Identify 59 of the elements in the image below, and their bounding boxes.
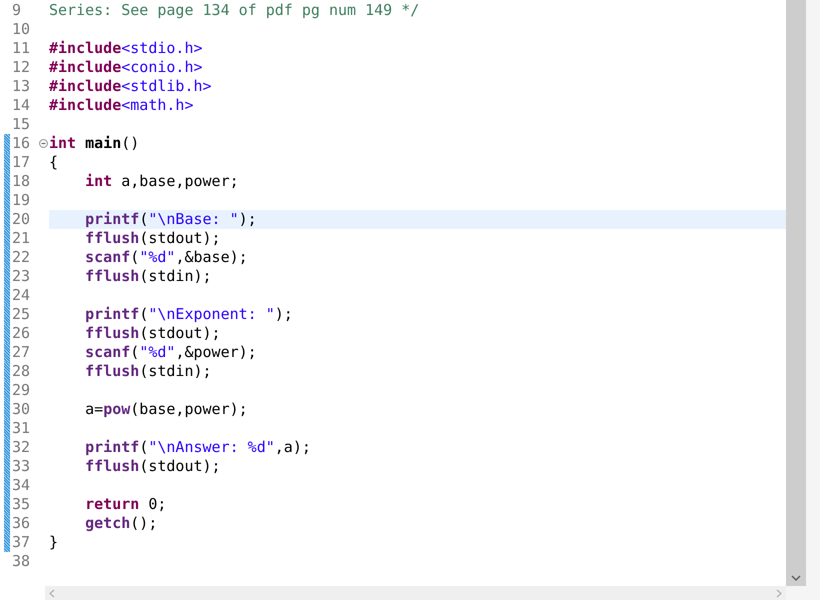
line-number: 10	[12, 20, 30, 39]
code-line: scanf("%d",&power);	[84, 343, 257, 362]
line-number: 38	[12, 552, 30, 571]
line-number: 21	[12, 229, 30, 248]
scroll-down-icon[interactable]	[791, 575, 801, 582]
line-number: 12	[12, 58, 30, 77]
line-number: 28	[12, 362, 30, 381]
code-line: fflush(stdout);	[84, 457, 221, 476]
line-number: 14	[12, 96, 30, 115]
line-number: 16	[12, 134, 30, 153]
line-number: 27	[12, 343, 30, 362]
line-number: 31	[12, 419, 30, 438]
line-number: 36	[12, 514, 30, 533]
line-number: 11	[12, 39, 30, 58]
code-line: fflush(stdout);	[84, 229, 221, 248]
line-number: 25	[12, 305, 30, 324]
scroll-left-icon[interactable]	[49, 588, 55, 598]
line-number: 9	[12, 1, 22, 20]
code-line: Series: See page 134 of pdf pg num 149 */	[49, 1, 420, 20]
code-line: scanf("%d",&base);	[84, 248, 248, 267]
line-number: 24	[12, 286, 30, 305]
code-line: #include<stdlib.h>	[49, 77, 212, 96]
line-number: 18	[12, 172, 30, 191]
code-line: a=pow(base,power);	[84, 400, 248, 419]
code-line: fflush(stdout);	[84, 324, 221, 343]
line-number: 29	[12, 381, 30, 400]
line-number: 35	[12, 495, 30, 514]
line-number: 17	[12, 153, 30, 172]
scroll-right-icon[interactable]	[776, 588, 782, 598]
code-line: fflush(stdin);	[84, 267, 212, 286]
line-number: 20	[12, 210, 30, 229]
scrollbar-corner	[786, 586, 820, 600]
line-number: 23	[12, 267, 30, 286]
line-number: 13	[12, 77, 30, 96]
line-number: 30	[12, 400, 30, 419]
code-line: }	[49, 533, 58, 552]
line-number: 33	[12, 457, 30, 476]
code-line: #include<conio.h>	[49, 58, 203, 77]
line-number: 26	[12, 324, 30, 343]
line-number: 32	[12, 438, 30, 457]
code-line: {	[49, 153, 58, 172]
line-number: 37	[12, 533, 30, 552]
line-number: 22	[12, 248, 30, 267]
line-number: 19	[12, 191, 30, 210]
horizontal-scrollbar[interactable]	[45, 586, 786, 600]
code-line: printf("\nAnswer: %d",a);	[84, 438, 311, 457]
code-line: printf("\nExponent: ");	[84, 305, 293, 324]
code-line: getch();	[84, 514, 158, 533]
code-line: int main()	[49, 134, 140, 153]
code-line: #include<math.h>	[49, 96, 194, 115]
line-number: 34	[12, 476, 30, 495]
code-line: fflush(stdin);	[84, 362, 212, 381]
code-line: #include<stdio.h>	[49, 39, 203, 58]
line-number: 15	[12, 115, 30, 134]
collapse-icon[interactable]	[39, 139, 48, 148]
code-line: return 0;	[84, 495, 166, 514]
vertical-scrollbar[interactable]	[786, 0, 806, 586]
code-line: printf("\nBase: ");	[84, 210, 257, 229]
code-line: int a,base,power;	[84, 172, 239, 191]
